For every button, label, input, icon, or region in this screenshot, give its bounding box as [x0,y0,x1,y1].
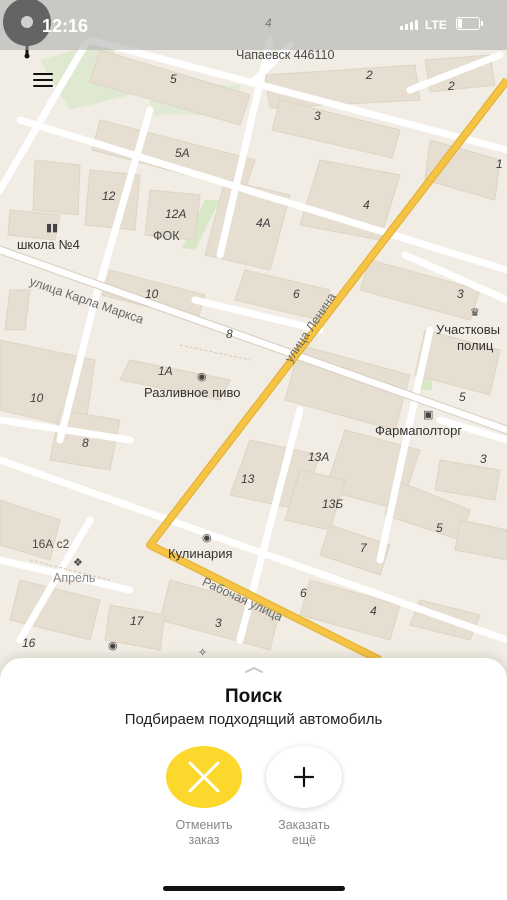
address-label: 7 [360,541,367,555]
address-label: 1 [496,157,503,171]
cancel-order-label: Отменить заказ [175,818,233,847]
chevron-up-icon[interactable] [244,666,264,674]
poi-aprel-label: Апрель [53,571,96,585]
poi-police-label: Участковы [436,322,501,337]
address-label: 3 [314,109,321,123]
address-label: 5 [436,521,443,535]
order-more-label: Заказать ещё [278,818,330,847]
cancel-order-button[interactable] [166,746,242,808]
address-label: 1А [158,364,173,378]
sheet-title: Поиск [224,686,283,707]
address-label: 4А [256,216,271,230]
address-label: 5 [170,72,177,86]
shop-icon: ❖ [73,557,83,569]
battery-icon [456,17,483,30]
status-bar: 12:16 LTE [0,0,507,50]
home-indicator[interactable] [163,886,345,891]
school-icon: ▮▮ [46,222,59,234]
address-label: 10 [30,391,44,405]
building-name-label: ФОК [153,229,180,243]
address-label: 2 [366,68,373,82]
address-label: 4 [370,604,377,618]
poi-police-label-2: полиц [457,338,494,353]
address-label: 3 [480,452,487,466]
status-time: 12:16 [42,16,89,36]
close-icon [188,761,220,793]
basket-icon: ◉ [108,640,118,652]
address-label: 8 [226,327,233,341]
sheet-subtitle: Подбираем подходящий автомобиль [124,711,383,728]
city-postcode-label: Чапаевск 446110 [236,48,335,62]
address-label: 6 [293,287,300,301]
order-status-sheet: Поиск Подбираем подходящий автомобиль От… [0,658,507,900]
address-label: 6 [300,586,307,600]
address-label: 12А [165,207,187,221]
police-icon: ♛ [470,307,480,319]
order-more-button[interactable] [266,746,342,808]
address-label: 12 [102,189,116,203]
address-label: 13А [308,450,330,464]
address-label: 2 [448,79,455,93]
address-label: 3 [457,287,464,301]
signal-icon [400,20,418,30]
poi-beer-label: Разливное пиво [144,385,241,400]
poi-pharmacy-label: Фармаполторг [375,423,463,438]
poi-kulinariya-label: Кулинария [168,546,233,561]
address-label: 16А с2 [32,537,70,551]
poi-school-label: школа №4 [17,237,80,252]
plus-icon [293,766,315,788]
address-label: 5А [175,146,190,160]
pharmacy-icon: ▣ [423,409,434,421]
address-label: 8 [82,436,89,450]
address-label: 17 [130,614,144,628]
address-label: 16 [22,636,36,650]
hamburger-menu-icon[interactable] [30,70,56,90]
shop-basket-icon: ◉ [202,532,212,544]
address-label: 3 [215,616,222,630]
network-type: LTE [425,18,447,32]
address-label: 13 [241,472,255,486]
address-label: 5 [459,390,466,404]
shop-basket-icon: ◉ [197,371,207,383]
address-label: 10 [145,287,159,301]
address-label: 4 [363,198,370,212]
address-label: 13Б [322,497,344,511]
